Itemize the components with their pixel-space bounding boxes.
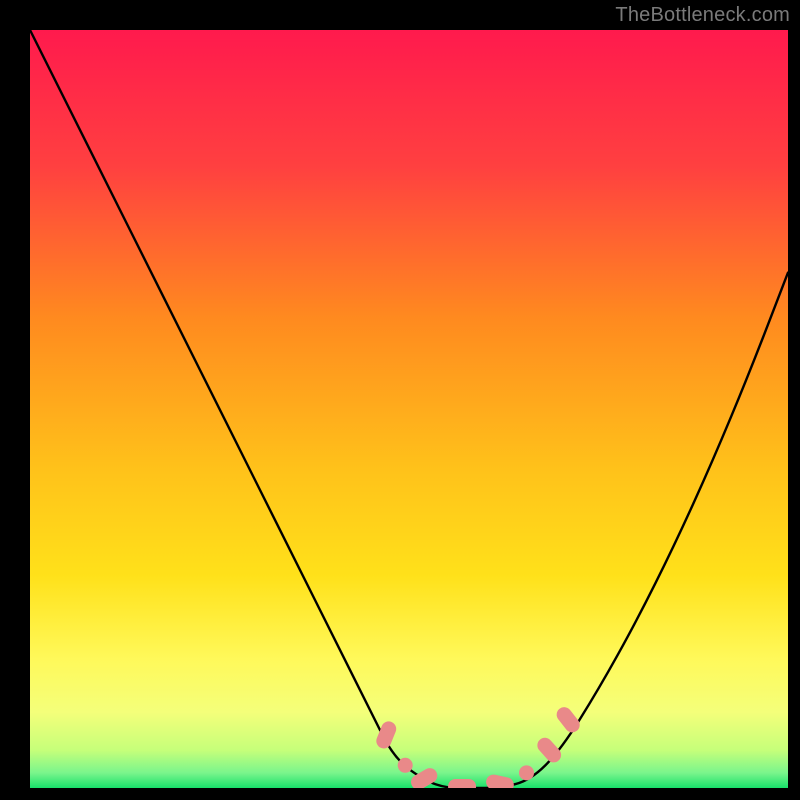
chart-frame: TheBottleneck.com	[0, 0, 800, 800]
curve-marker-dot	[519, 765, 534, 780]
watermark-text: TheBottleneck.com	[615, 4, 790, 27]
bottleneck-chart	[30, 30, 788, 788]
curve-marker-dot	[398, 758, 413, 773]
gradient-background	[30, 30, 788, 788]
curve-marker-pill	[448, 779, 476, 788]
